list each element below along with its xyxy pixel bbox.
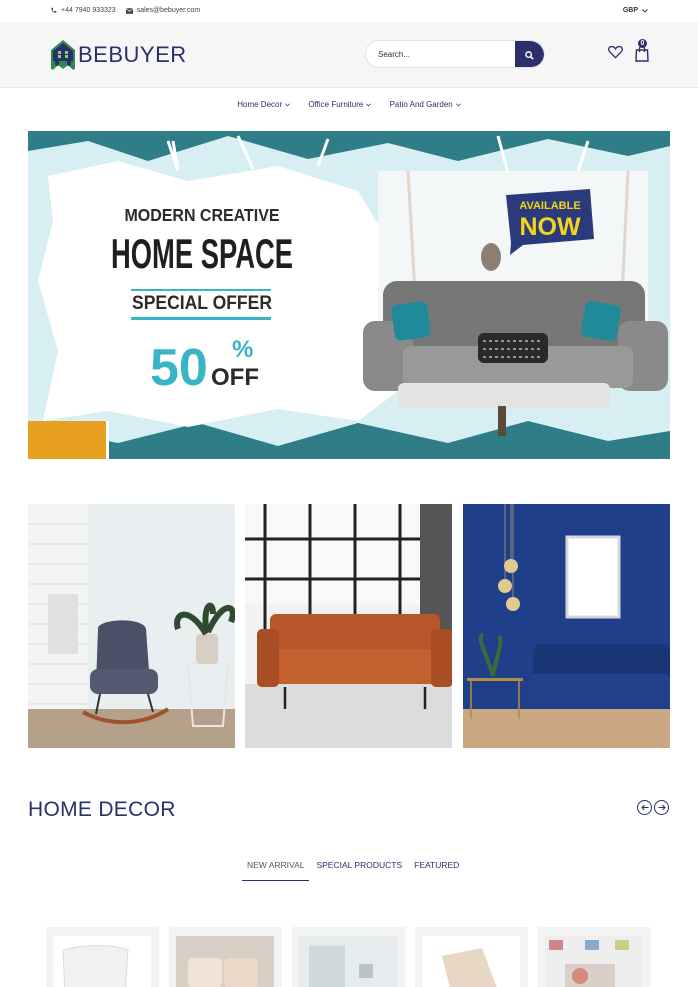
arrow-left-icon bbox=[640, 804, 648, 811]
hero-off: OFF bbox=[211, 364, 259, 391]
product-tabs: NEW ARRIVAL SPECIAL PRODUCTS FEATURED bbox=[242, 858, 466, 881]
header-icons: 0 bbox=[608, 39, 649, 67]
search-icon bbox=[525, 50, 534, 60]
armchair-room-image bbox=[28, 504, 235, 748]
carousel-arrows bbox=[637, 800, 669, 815]
email-link[interactable]: sales@bebuyer.com bbox=[125, 7, 201, 14]
site-header: BEBUYER 0 bbox=[0, 23, 698, 88]
chevron-down-icon bbox=[366, 102, 372, 106]
hero-percent: 50 bbox=[150, 339, 208, 397]
logo-house-icon bbox=[51, 40, 75, 70]
wishlist-heart-icon[interactable] bbox=[608, 45, 623, 59]
currency-selector[interactable]: GBP bbox=[623, 7, 648, 14]
hero-line3: SPECIAL OFFER bbox=[132, 293, 272, 314]
product-card[interactable] bbox=[415, 927, 528, 987]
product-image bbox=[299, 936, 397, 987]
section-title: HOME DECOR bbox=[28, 798, 176, 821]
carousel-next-button[interactable] bbox=[654, 800, 669, 815]
main-nav: Home Decor Office Furniture Patio And Ga… bbox=[0, 100, 698, 109]
nav-item-patio-and-garden[interactable]: Patio And Garden bbox=[390, 100, 461, 109]
hero-banner[interactable]: MODERN CREATIVE HOME SPACE SPECIAL OFFER… bbox=[28, 131, 670, 459]
nav-item-office-furniture[interactable]: Office Furniture bbox=[308, 100, 372, 109]
email-address: sales@bebuyer.com bbox=[136, 7, 201, 14]
tab-special-products[interactable]: SPECIAL PRODUCTS bbox=[311, 858, 407, 881]
search-button[interactable] bbox=[515, 41, 544, 67]
nav-item-label: Home Decor bbox=[237, 100, 283, 109]
logo[interactable]: BEBUYER bbox=[50, 39, 187, 71]
category-banner-armchair[interactable] bbox=[28, 504, 235, 748]
product-card[interactable] bbox=[292, 927, 405, 987]
chevron-down-icon bbox=[642, 8, 648, 13]
category-banner-sofa[interactable] bbox=[245, 504, 452, 748]
cart-button[interactable]: 0 bbox=[635, 39, 649, 67]
envelope-icon bbox=[125, 7, 133, 14]
nav-item-label: Office Furniture bbox=[308, 100, 364, 109]
product-card[interactable] bbox=[46, 927, 159, 987]
tab-new-arrival[interactable]: NEW ARRIVAL bbox=[242, 858, 310, 881]
nav-item-home-decor[interactable]: Home Decor bbox=[237, 100, 290, 109]
hero-line1: MODERN CREATIVE bbox=[124, 206, 279, 226]
cart-count-badge: 0 bbox=[638, 39, 647, 48]
product-card[interactable] bbox=[169, 927, 282, 987]
nav-item-label: Patio And Garden bbox=[389, 100, 453, 109]
arrow-right-icon bbox=[658, 804, 666, 811]
product-image bbox=[545, 936, 643, 987]
hero-line2: HOME SPACE bbox=[111, 230, 293, 277]
hero-artwork: MODERN CREATIVE HOME SPACE SPECIAL OFFER… bbox=[28, 131, 670, 459]
badge-line1: AVAILABLE bbox=[519, 200, 580, 212]
currency-value: GBP bbox=[622, 7, 638, 14]
tab-featured[interactable]: FEATURED bbox=[409, 858, 464, 881]
logo-text: BEBUYER bbox=[78, 42, 187, 67]
top-bar: +44 7940 933323 sales@bebuyer.com GBP bbox=[0, 0, 698, 23]
phone-number: +44 7940 933323 bbox=[61, 7, 116, 14]
chevron-down-icon bbox=[455, 102, 461, 106]
blue-sofa-room-image bbox=[463, 504, 670, 748]
product-carousel bbox=[46, 927, 652, 987]
search-bar bbox=[365, 40, 545, 68]
chevron-down-icon bbox=[285, 102, 290, 106]
hero-percent-sign: % bbox=[232, 336, 253, 363]
phone-icon bbox=[51, 7, 57, 13]
contact-info: +44 7940 933323 sales@bebuyer.com bbox=[50, 7, 200, 14]
carousel-prev-button[interactable] bbox=[637, 800, 652, 815]
phone-link[interactable]: +44 7940 933323 bbox=[50, 7, 116, 14]
product-card[interactable] bbox=[538, 927, 651, 987]
category-banner-blue-sofa[interactable] bbox=[463, 504, 670, 748]
product-image bbox=[53, 936, 151, 987]
badge-line2: NOW bbox=[519, 213, 581, 241]
leather-sofa-room-image bbox=[245, 504, 452, 748]
product-image bbox=[422, 936, 520, 987]
product-image bbox=[176, 936, 274, 987]
search-input[interactable] bbox=[376, 49, 510, 60]
